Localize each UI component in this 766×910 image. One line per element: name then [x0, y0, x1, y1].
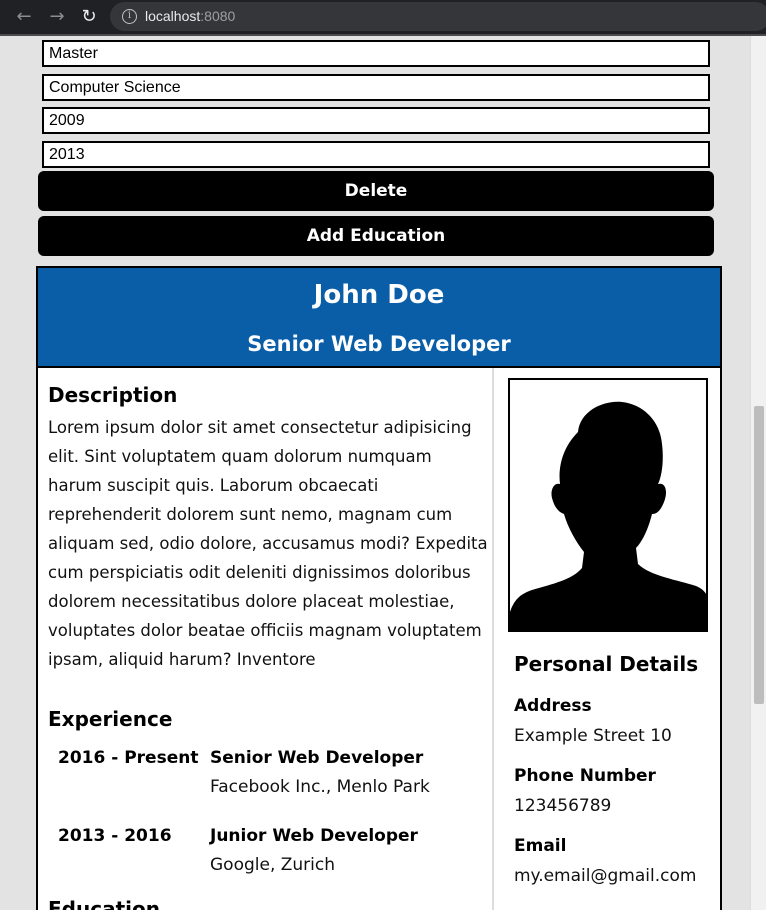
- scrollbar-thumb[interactable]: [754, 406, 764, 704]
- experience-role: Senior Web Developer: [210, 748, 424, 768]
- experience-company: Facebook Inc., Menlo Park: [210, 777, 430, 797]
- url-text: localhost:8080: [145, 8, 236, 24]
- cv-preview: John Doe Senior Web Developer Descriptio…: [36, 266, 722, 910]
- personal-details-heading: Personal Details: [514, 652, 699, 676]
- experience-years: 2013 - 2016: [58, 826, 172, 846]
- education-heading: Education: [48, 897, 160, 910]
- page-content: Delete Add Education John Doe Senior Web…: [0, 36, 750, 910]
- add-education-button[interactable]: Add Education: [38, 216, 714, 256]
- cv-header: John Doe Senior Web Developer: [38, 268, 720, 368]
- phone-label: Phone Number: [514, 766, 656, 786]
- start-year-input[interactable]: [42, 107, 710, 134]
- person-silhouette-icon: [510, 401, 706, 630]
- experience-company: Google, Zurich: [210, 855, 336, 875]
- address-bar[interactable]: i localhost:8080: [110, 2, 766, 31]
- cv-name: John Doe: [313, 280, 445, 310]
- address-value: Example Street 10: [514, 726, 672, 746]
- vertical-scrollbar[interactable]: [750, 36, 766, 910]
- delete-button[interactable]: Delete: [38, 171, 714, 211]
- description-heading: Description: [48, 383, 178, 407]
- experience-years: 2016 - Present: [58, 748, 199, 768]
- experience-heading: Experience: [48, 707, 173, 731]
- experience-role: Junior Web Developer: [210, 826, 418, 846]
- experience-item: 2016 - Present Senior Web Developer Face…: [58, 748, 478, 808]
- field-of-study-input[interactable]: [42, 74, 710, 101]
- profile-photo: [508, 378, 708, 632]
- phone-value: 123456789: [514, 796, 612, 816]
- info-icon[interactable]: i: [122, 9, 137, 24]
- description-text: Lorem ipsum dolor sit amet consectetur a…: [48, 418, 488, 669]
- arrow-left-icon[interactable]: ←: [11, 4, 37, 30]
- end-year-input[interactable]: [42, 141, 710, 168]
- browser-toolbar: ← → ↻ i localhost:8080: [0, 0, 766, 34]
- degree-input[interactable]: [42, 40, 710, 67]
- email-label: Email: [514, 836, 567, 856]
- address-label: Address: [514, 696, 592, 716]
- cv-job-title: Senior Web Developer: [247, 332, 511, 356]
- email-value: my.email@gmail.com: [514, 866, 697, 886]
- experience-item: 2013 - 2016 Junior Web Developer Google,…: [58, 826, 478, 886]
- reload-icon[interactable]: ↻: [76, 4, 102, 30]
- arrow-right-icon[interactable]: →: [44, 4, 70, 30]
